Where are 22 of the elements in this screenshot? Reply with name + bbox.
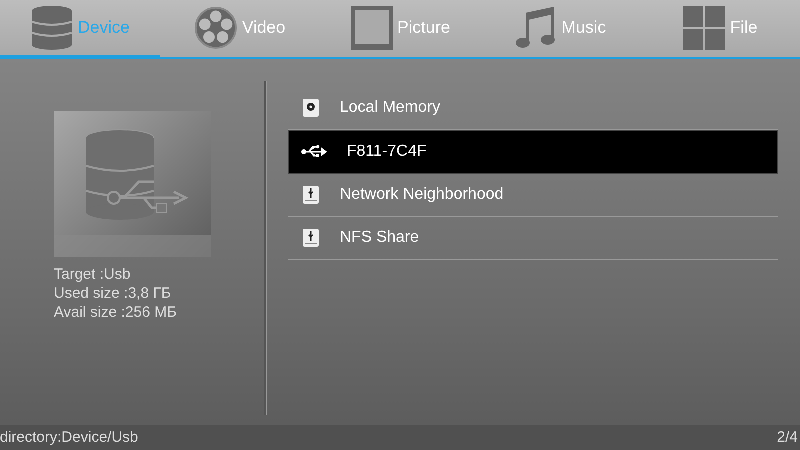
page-counter: 2/4 (777, 429, 798, 446)
category-tab[interactable]: Device (0, 0, 160, 59)
music-note-icon (514, 4, 558, 50)
category-tab[interactable]: Video (160, 0, 320, 59)
usb-drive-icon (302, 228, 320, 248)
category-tab[interactable]: File (640, 0, 800, 59)
device-info-text: Avail size :256 МБ (54, 303, 178, 322)
device-list-item[interactable]: F811-7C4F (288, 130, 778, 174)
grid-icon (682, 4, 726, 50)
database-icon (30, 4, 74, 50)
device-list-item[interactable]: NFS Share (288, 217, 778, 260)
usb-icon (301, 145, 327, 159)
usb-drive-icon (302, 185, 320, 205)
device-info-text: Used size :3,8 ГБ (54, 284, 172, 303)
category-tab[interactable]: Picture (320, 0, 480, 59)
category-tab[interactable]: Music (480, 0, 640, 59)
directory-path: directory:Device/Usb (0, 429, 138, 446)
frame-icon (350, 4, 394, 50)
device-info-text: Target :Usb (54, 265, 132, 284)
device-list-item[interactable]: Network Neighborhood (288, 174, 778, 217)
hard-drive-icon (302, 98, 320, 118)
film-reel-icon (194, 4, 238, 50)
